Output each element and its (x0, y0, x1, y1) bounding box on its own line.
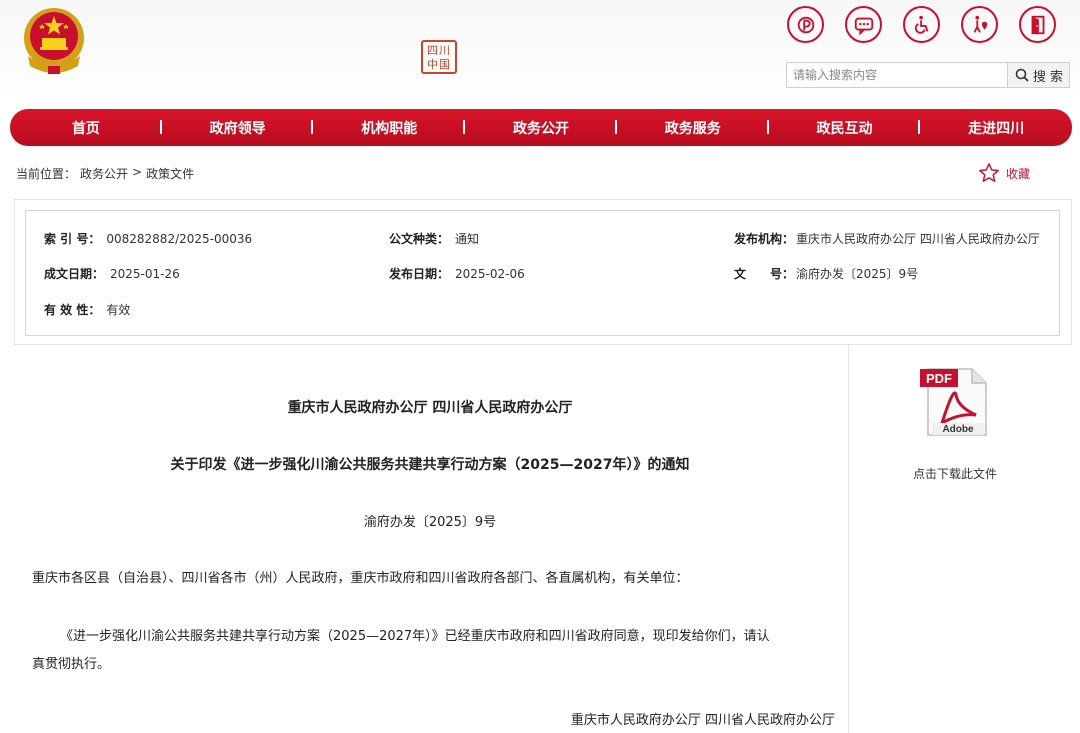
meta-type-value: 通知 (455, 232, 480, 246)
document-salutation: 重庆市各区县（自治县）、四川省各市（州）人民政府，重庆市政府和四川省政府各部门、… (32, 571, 689, 586)
meta-issuer: 发布机构： 重庆市人民政府办公厅 四川省人民政府办公厅 (734, 230, 1040, 247)
pdf-download-icon[interactable]: PDF Adobe (920, 365, 990, 437)
svg-text:Adobe: Adobe (942, 424, 974, 435)
meta-validity-label: 有 效 性： (44, 303, 101, 317)
document-number: 渝府办发〔2025〕9号 (363, 515, 497, 530)
nav-item-agencies[interactable]: 机构职能 (313, 118, 465, 138)
meta-date-created-value: 2025-01-26 (110, 267, 180, 281)
breadcrumb-separator: > (132, 165, 143, 179)
main-nav: 首页 政府领导 机构职能 政务公开 政务服务 政民互动 走进四川 (10, 109, 1072, 146)
toolbar (787, 6, 1056, 43)
national-emblem-icon[interactable] (20, 6, 88, 76)
meta-issuer-label: 发布机构： (734, 232, 795, 246)
meta-doc-no-label: 文 号： (734, 267, 795, 281)
svg-text:PDF: PDF (926, 371, 952, 386)
meta-date-created-label: 成文日期： (44, 267, 105, 281)
nav-item-home[interactable]: 首页 (10, 118, 162, 138)
star-icon (979, 163, 999, 182)
meta-type: 公文种类： 通知 (389, 230, 479, 247)
meta-date-published: 发布日期： 2025-02-06 (389, 265, 525, 282)
meta-type-label: 公文种类： (389, 232, 450, 246)
meta-date-created: 成文日期： 2025-01-26 (44, 265, 180, 282)
column-divider (848, 345, 849, 733)
sichuan-seal-logo: 四川中国 (421, 40, 457, 74)
nav-item-leaders[interactable]: 政府领导 (162, 118, 314, 138)
document-body-line-1: 《进一步强化川渝公共服务共建共享行动方案（2025—2027年）》已经重庆市政府… (60, 629, 770, 644)
download-label[interactable]: 点击下载此文件 (880, 465, 1030, 482)
accessibility-button[interactable] (903, 6, 940, 43)
nav-item-services[interactable]: 政务服务 (617, 118, 769, 138)
document-issuer: 重庆市人民政府办公厅 四川省人民政府办公厅 (287, 400, 573, 416)
meta-index-value: 008282882/2025-00036 (106, 232, 253, 246)
meta-issuer-value: 重庆市人民政府办公厅 四川省人民政府办公厅 (796, 232, 1040, 246)
breadcrumb-link-policy[interactable]: 政策文件 (146, 165, 194, 182)
accessibility-icon (914, 15, 928, 34)
document-body-line-2: 真贯彻执行。 (32, 657, 111, 672)
favorite-button[interactable]: 收藏 (978, 162, 1030, 184)
site-header: 四川中国 搜 索 (0, 0, 1080, 100)
elderly-care-button[interactable] (961, 6, 998, 43)
breadcrumb-link-gov-affairs[interactable]: 政务公开 (80, 165, 128, 182)
breadcrumb: 当前位置： 政务公开 > 政策文件 (16, 165, 194, 182)
mobile-icon (797, 16, 814, 33)
exit-icon (1031, 15, 1044, 34)
search-button-label: 搜 索 (1032, 69, 1064, 85)
meta-date-published-value: 2025-02-06 (455, 267, 525, 281)
meta-validity-value: 有效 (106, 303, 131, 317)
mobile-button[interactable] (787, 6, 824, 43)
meta-index-label: 索 引 号： (44, 232, 101, 246)
elderly-care-icon (973, 15, 987, 33)
message-icon (854, 17, 873, 35)
nav-item-about-sichuan[interactable]: 走进四川 (920, 118, 1072, 138)
search-icon (1015, 68, 1029, 82)
document-signature: 重庆市人民政府办公厅 四川省人民政府办公厅 (570, 713, 835, 728)
meta-date-published-label: 发布日期： (389, 267, 450, 281)
search-button[interactable]: 搜 索 (1007, 63, 1069, 87)
search-input[interactable] (787, 63, 1007, 87)
document-metadata: 索 引 号： 008282882/2025-00036 公文种类： 通知 发布机构：… (14, 199, 1072, 345)
document-title: 关于印发《进一步强化川渝公共服务共建共享行动方案（2025—2027年）》的通知 (170, 457, 690, 473)
message-button[interactable] (845, 6, 882, 43)
meta-validity: 有 效 性： 有效 (44, 301, 130, 318)
nav-item-gov-affairs[interactable]: 政务公开 (465, 118, 617, 138)
search-box: 搜 索 (786, 62, 1070, 88)
download-panel: PDF Adobe 点击下载此文件 (880, 365, 1030, 482)
meta-doc-no-value: 渝府办发〔2025〕9号 (796, 267, 919, 281)
favorite-label: 收藏 (1006, 166, 1031, 181)
nav-item-interaction[interactable]: 政民互动 (769, 118, 921, 138)
metadata-table: 索 引 号： 008282882/2025-00036 公文种类： 通知 发布机构：… (25, 210, 1060, 336)
exit-button[interactable] (1019, 6, 1056, 43)
meta-index: 索 引 号： 008282882/2025-00036 (44, 230, 252, 247)
breadcrumb-prefix: 当前位置： (16, 167, 77, 181)
meta-doc-no: 文 号： 渝府办发〔2025〕9号 (734, 265, 918, 282)
